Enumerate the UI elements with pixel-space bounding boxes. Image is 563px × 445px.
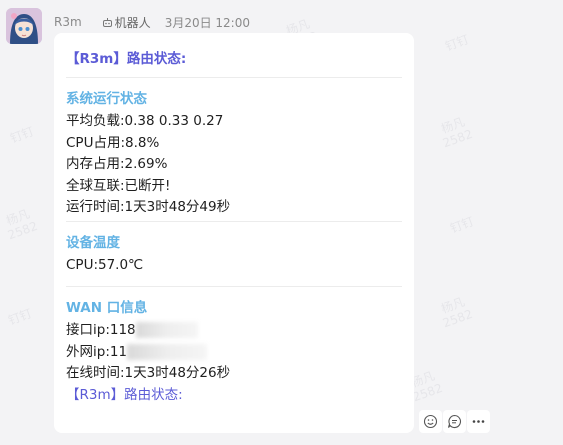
emoji-icon	[423, 414, 438, 429]
section-title: WAN 口信息	[66, 300, 148, 316]
reply-icon	[447, 414, 461, 428]
watermark: 杨凡 2582	[4, 206, 40, 243]
message-title: 【R3m】路由状态:	[66, 51, 187, 67]
bot-tag: 机器人	[102, 14, 151, 31]
message-header: R3m 机器人 3月20日 12:00	[54, 13, 250, 31]
watermark: 杨凡 2582	[439, 114, 475, 151]
wan-section: WAN 口信息 接口ip:118 外网ip:11 在线时间:1天3时48分26秒…	[66, 287, 402, 406]
public-ip-text: 外网ip:11	[66, 343, 128, 360]
interface-ip: 接口ip:118	[66, 320, 402, 342]
section-title: 设备温度	[66, 235, 120, 251]
memory-usage: 内存占用:2.69%	[66, 156, 168, 172]
system-status-section: 系统运行状态 平均负载:0.38 0.33 0.27 CPU占用:8.8% 内存…	[66, 78, 402, 221]
more-icon	[472, 420, 485, 423]
robot-icon	[102, 17, 112, 27]
emoji-reaction-button[interactable]	[419, 410, 442, 433]
message-actions	[419, 410, 491, 433]
watermark: 钉钉	[448, 214, 476, 236]
public-ip: 外网ip:11	[66, 342, 402, 364]
internet-status: 全球互联:已断开!	[66, 177, 171, 194]
avatar[interactable]	[6, 8, 42, 44]
bot-tag-label: 机器人	[114, 15, 151, 30]
footer-title: 【R3m】路由状态:	[66, 386, 183, 403]
uptime: 运行时间:1天3时48分49秒	[66, 199, 231, 215]
temperature-section: 设备温度 CPU:57.0℃	[66, 222, 402, 286]
reply-button[interactable]	[443, 410, 466, 433]
watermark: 钉钉	[6, 306, 34, 328]
more-button[interactable]	[467, 410, 490, 433]
section-title: 系统运行状态	[66, 91, 147, 107]
sender-name[interactable]: R3m	[54, 15, 82, 29]
cpu-temperature: CPU:57.0℃	[66, 257, 144, 273]
watermark: 钉钉	[443, 32, 471, 54]
load-average: 平均负载:0.38 0.33 0.27	[66, 113, 224, 129]
redacted-blur	[127, 343, 208, 360]
online-time: 在线时间:1天3时48分26秒	[66, 365, 231, 381]
watermark: 钉钉	[8, 124, 36, 146]
message-timestamp: 3月20日 12:00	[164, 15, 250, 30]
anime-avatar-icon	[6, 8, 42, 44]
interface-ip-text: 接口ip:118	[66, 322, 136, 338]
message-bubble[interactable]: 【R3m】路由状态: 系统运行状态 平均负载:0.38 0.33 0.27 CP…	[54, 33, 414, 433]
redacted-blur	[135, 322, 198, 338]
watermark: 杨凡 2582	[439, 294, 475, 331]
cpu-usage: CPU占用:8.8%	[66, 134, 160, 151]
